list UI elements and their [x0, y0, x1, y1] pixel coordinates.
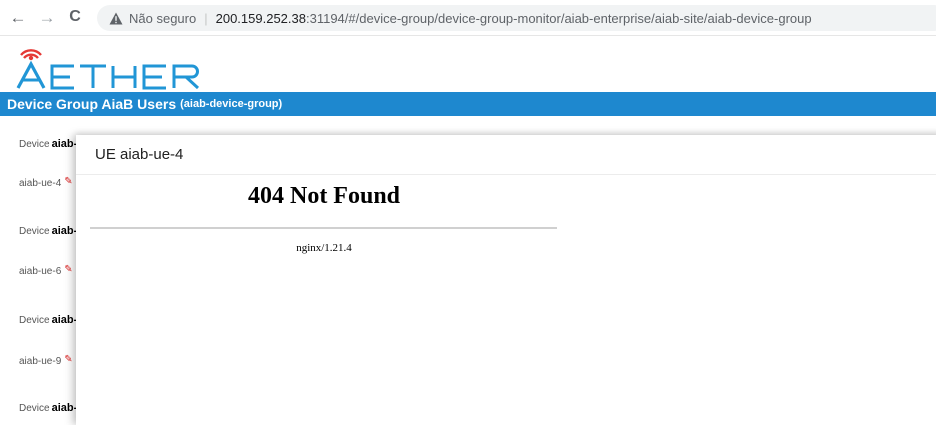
back-arrow-icon[interactable]: ←: [9, 8, 27, 26]
aether-logo-graphic: [16, 49, 200, 90]
edit-icon[interactable]: ✎: [64, 176, 72, 187]
not-secure-label[interactable]: Não seguro: [129, 11, 196, 26]
ue-name: aiab-ue-4: [19, 178, 62, 189]
edit-icon[interactable]: ✎: [64, 354, 72, 365]
ue-row[interactable]: aiab-ue-9 ✎: [19, 354, 73, 367]
browser-toolbar: ← → C Não seguro | 200.159.252.38:31194/…: [0, 0, 936, 36]
dialog-title: UE aiab-ue-4: [95, 146, 184, 163]
device-name: aiab-: [51, 402, 78, 414]
device-prefix-label: Device: [19, 225, 50, 237]
edit-icon[interactable]: ✎: [64, 264, 72, 275]
aether-logo[interactable]: [8, 40, 238, 90]
dialog-header: UE aiab-ue-4: [76, 135, 936, 175]
page-title-subtitle: (aiab-device-group): [180, 98, 283, 110]
ue-name: aiab-ue-6: [19, 266, 62, 277]
device-name: aiab-: [51, 314, 78, 326]
ue-monitor-dialog: UE aiab-ue-4 404 Not Found nginx/1.21.4: [76, 135, 936, 425]
url-separator: |: [204, 10, 208, 26]
url-host: 200.159.252.38: [215, 10, 306, 26]
device-group-row[interactable]: Device aiab-: [19, 402, 77, 414]
device-prefix-label: Device: [19, 314, 50, 326]
page-title-bar: Device Group AiaB Users (aiab-device-gro…: [0, 92, 936, 116]
device-group-row[interactable]: Device aiab-: [19, 138, 77, 150]
ue-row[interactable]: aiab-ue-6 ✎: [19, 264, 73, 277]
device-name: aiab-: [51, 225, 78, 237]
device-group-row[interactable]: Device aiab-: [19, 314, 77, 326]
reload-icon[interactable]: C: [66, 8, 84, 26]
ue-name: aiab-ue-9: [19, 356, 62, 367]
warning-icon: [109, 12, 123, 24]
device-prefix-label: Device: [19, 402, 50, 414]
url-path: :31194/#/device-group/device-group-monit…: [305, 10, 812, 26]
address-bar[interactable]: Não seguro | 200.159.252.38:31194/#/devi…: [97, 5, 936, 31]
device-prefix-label: Device: [19, 138, 50, 150]
divider: [90, 227, 557, 229]
error-title: 404 Not Found: [247, 183, 401, 209]
ue-row[interactable]: aiab-ue-4 ✎: [19, 176, 73, 189]
device-group-row[interactable]: Device aiab-: [19, 225, 77, 237]
device-name: aiab-: [51, 138, 78, 150]
forward-arrow-icon[interactable]: →: [38, 8, 56, 26]
device-list: Device aiab- aiab-ue-4 ✎ Device aiab- aiab-…: [0, 116, 77, 419]
server-signature: nginx/1.21.4: [296, 242, 352, 254]
page-title: Device Group AiaB Users: [7, 96, 177, 112]
app-header: [0, 36, 936, 92]
